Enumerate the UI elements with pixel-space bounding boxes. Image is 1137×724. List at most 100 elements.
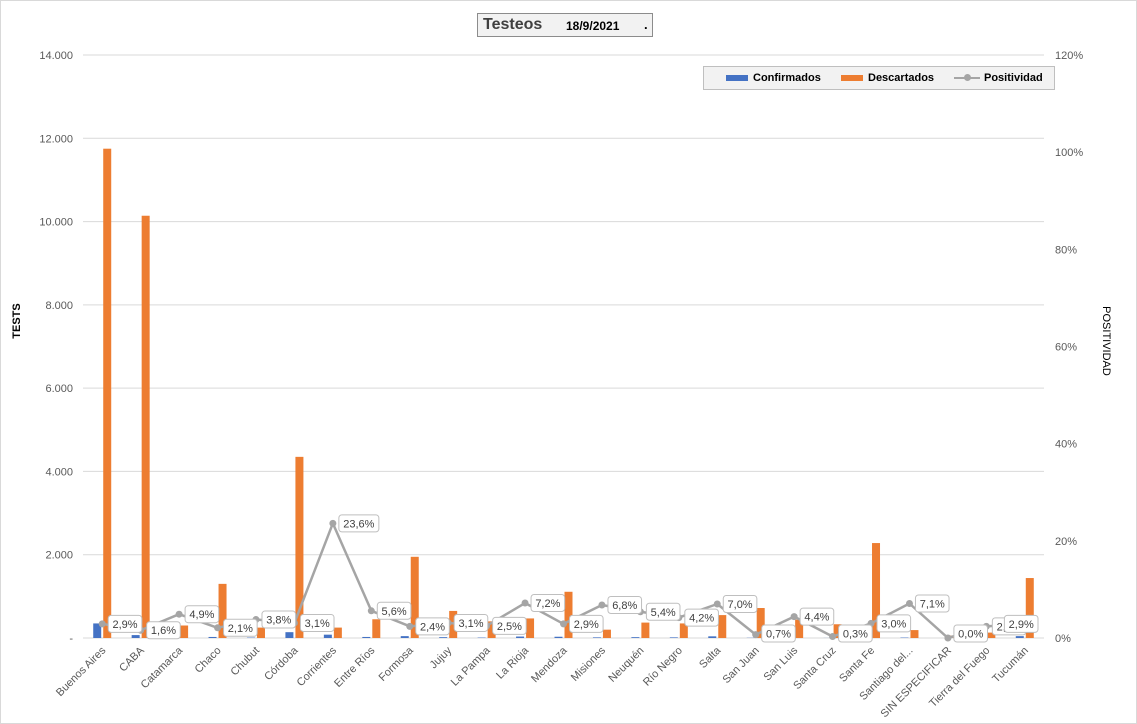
right-tick-label: 120% (1055, 50, 1083, 62)
data-label: 1,6% (146, 621, 181, 640)
data-label-text: 23,6% (343, 518, 374, 530)
bar-confirmados (362, 636, 371, 638)
positividad-point (905, 600, 913, 608)
right-tick-label: 100% (1055, 147, 1083, 159)
data-label: 4,2% (684, 608, 719, 627)
data-label-text: 4,9% (189, 609, 214, 621)
data-label: 4,4% (799, 607, 835, 626)
data-label-text: 2,4% (420, 621, 445, 633)
data-label-text: 3,1% (458, 618, 483, 630)
positividad-point (329, 519, 337, 527)
category-tick-label: Jujuy (428, 644, 455, 671)
left-tick-label: 6.000 (45, 383, 73, 395)
category-tick-label: Catamarca (139, 644, 186, 691)
category-tick-label: La Pampa (449, 644, 494, 689)
category-tick-label: Mendoza (529, 644, 570, 685)
bar-confirmados (592, 637, 601, 638)
data-label: 7,1% (914, 594, 950, 613)
right-tick-label: 60% (1055, 342, 1077, 354)
legend-label-positividad: Positividad (984, 72, 1043, 84)
category-tick-label: Entre Ríos (332, 644, 378, 690)
bar-descartados (372, 619, 381, 638)
data-label: 0,0% (953, 624, 989, 643)
data-label-text: 3,0% (881, 618, 906, 630)
legend-swatch-descartados (841, 75, 863, 82)
right-tick-label: 0% (1055, 633, 1071, 645)
data-label-text: 0,3% (843, 629, 868, 641)
bar-confirmados (1015, 636, 1024, 638)
data-label: 23,6% (338, 514, 380, 533)
bar-descartados (103, 148, 112, 639)
legend-item-positividad: Positividad (954, 72, 1043, 84)
bar-confirmados (669, 637, 678, 638)
data-label-text: 7,1% (920, 599, 945, 611)
data-label: 6,8% (607, 595, 643, 614)
bar-descartados (910, 630, 919, 638)
data-label-text: 7,0% (728, 599, 753, 611)
data-label: 3,1% (453, 613, 489, 632)
category-tick-label: La Rioja (494, 644, 532, 682)
positividad-point (367, 607, 375, 615)
right-tick-label: 40% (1055, 439, 1077, 451)
data-labels: 2,9% 1,6% 4,9% 2,1% 3,8% 3,1% 23,6% 5,6% 2,4% 3,1… (107, 514, 1039, 643)
data-label: 2,5% (492, 616, 527, 635)
left-tick-label: - (69, 633, 73, 645)
combo-chart: -2.0004.0006.0008.00010.00012.00014.000 … (11, 50, 1112, 720)
data-label-text: 1,6% (151, 625, 176, 637)
left-axis-title: TESTS (11, 303, 23, 338)
right-tick-label: 80% (1055, 244, 1077, 256)
category-tick-label: Chubut (229, 645, 263, 679)
left-tick-label: 10.000 (39, 217, 73, 229)
positividad-point (214, 624, 222, 632)
positividad-point (944, 634, 952, 642)
data-label-text: 2,9% (1009, 619, 1034, 631)
category-tick-label: San Luis (762, 644, 801, 683)
data-label-text: 3,1% (305, 618, 330, 630)
positividad-point (406, 622, 414, 630)
left-tick-label: 12.000 (39, 133, 73, 145)
data-label-text: 2,9% (112, 619, 137, 631)
category-tick-label: San Juan (720, 645, 761, 686)
positividad-point (560, 620, 567, 628)
category-tick-label: Santa Fe (837, 645, 877, 685)
left-tick-label: 4.000 (45, 466, 73, 478)
right-axis-ticks: 0% 20% 40% 60% 80% 100% 120% (1055, 50, 1083, 645)
data-label-text: 6,8% (612, 600, 637, 612)
right-tick-label: 20% (1055, 536, 1077, 548)
category-axis-ticks: Buenos Aires CABACatamarca Chaco Chubut Córd… (54, 644, 1031, 720)
chart-date: 18/9/2021 (566, 19, 620, 33)
left-tick-label: 14.000 (39, 50, 73, 62)
data-label-text: 7,2% (535, 598, 560, 610)
bar-confirmados (439, 637, 448, 638)
legend-item-descartados: Descartados (841, 72, 934, 84)
positividad-point (713, 600, 721, 608)
bar-descartados (180, 625, 189, 638)
data-label-text: 5,6% (382, 606, 407, 618)
data-label-text: 4,4% (804, 612, 829, 624)
bar-descartados (526, 618, 535, 638)
bar-series (93, 148, 1034, 639)
positividad-point (521, 599, 529, 607)
bar-confirmados (208, 636, 217, 638)
category-tick-label: Salta (697, 644, 724, 671)
data-label-text: 0,0% (958, 629, 983, 641)
bar-descartados (333, 627, 342, 638)
legend-label-confirmados: Confirmados (753, 72, 821, 84)
data-label: 0,7% (761, 624, 796, 643)
data-label: 2,9% (107, 614, 143, 633)
bar-descartados (141, 215, 150, 638)
data-label: 7,2% (530, 594, 566, 613)
legend-swatch-confirmados (726, 75, 748, 82)
data-label: 2,1% (223, 618, 258, 637)
data-label: 7,0% (722, 594, 758, 613)
chart-title-suffix: . (644, 17, 648, 32)
data-label: 2,9% (569, 614, 604, 633)
data-label-text: 4,2% (689, 613, 714, 625)
category-tick-label: Buenos Aires (54, 644, 109, 699)
legend-item-confirmados: Confirmados (726, 72, 821, 84)
bar-confirmados (400, 636, 409, 638)
bar-confirmados (323, 634, 332, 638)
data-label: 4,9% (184, 605, 220, 624)
chart-title: Testeos (483, 16, 543, 33)
right-axis-title: POSITIVIDAD (1100, 306, 1112, 376)
